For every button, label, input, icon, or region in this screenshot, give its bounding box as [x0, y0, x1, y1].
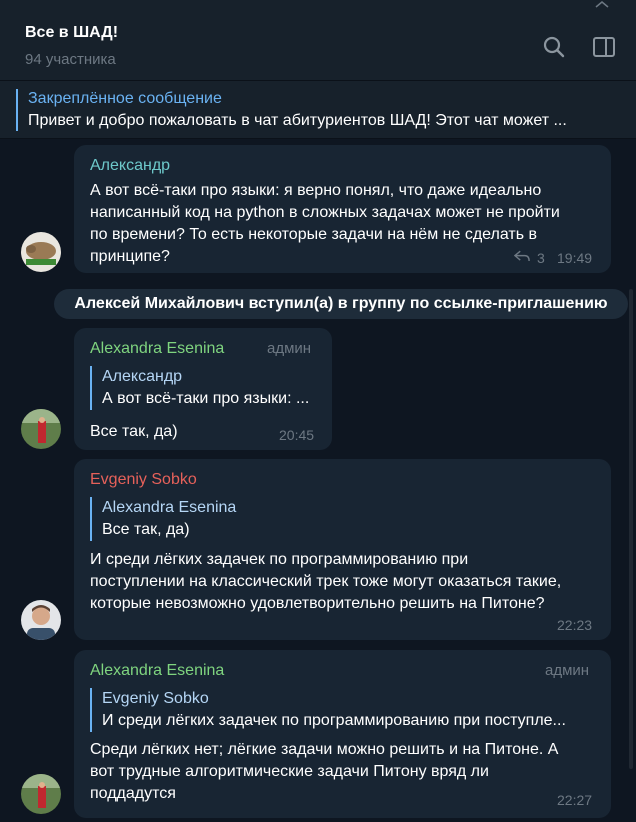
message-list[interactable]: Александр А вот всё-таки про языки: я ве… [0, 139, 636, 822]
search-icon[interactable] [541, 34, 567, 60]
message-time: 22:23 [557, 617, 593, 633]
service-message: Алексей Михайлович вступил(а) в группу п… [54, 289, 628, 319]
sender-name[interactable]: Александр [90, 157, 170, 175]
avatar-alexandra[interactable] [21, 409, 61, 449]
chevron-up-icon[interactable] [594, 0, 610, 8]
quote-author: Alexandra Esenina [102, 499, 237, 516]
message-text: И среди лёгких задачек по программирован… [90, 551, 562, 612]
message-time: 19:49 [557, 250, 593, 266]
quote-author: Evgeniy Sobko [102, 690, 209, 707]
message-bubble[interactable]: Alexandra Esenina админ Evgeniy Sobko И … [74, 650, 611, 818]
avatar-alexandra[interactable] [21, 774, 61, 814]
sender-name[interactable]: Evgeniy Sobko [90, 471, 197, 489]
chat-title[interactable]: Все в ШАД! [25, 24, 118, 42]
quote-author: Александр [102, 368, 183, 385]
member-count[interactable]: 94 участника [25, 51, 116, 68]
chat-header: Все в ШАД! 94 участника [0, 0, 636, 81]
pinned-accent-bar [16, 89, 18, 131]
message-text: Среди лёгких нет; лёгкие задачи можно ре… [90, 741, 559, 802]
avatar-evgeniy[interactable] [21, 600, 61, 640]
pinned-text: Привет и добро пожаловать в чат абитурие… [28, 112, 567, 129]
reply-count[interactable]: 3 [537, 250, 545, 266]
reply-quote[interactable]: Александр А вот всё-таки про языки: ... [90, 366, 318, 410]
pinned-label: Закреплённое сообщение [28, 90, 222, 107]
message-bubble[interactable]: Evgeniy Sobko Alexandra Esenina Все так,… [74, 459, 611, 640]
quote-text: И среди лёгких задачек по программирован… [102, 712, 566, 729]
message-bubble[interactable]: Alexandra Esenina админ Александр А вот … [74, 328, 332, 450]
pinned-message[interactable]: Закреплённое сообщение Привет и добро по… [0, 81, 636, 139]
message-bubble[interactable]: Александр А вот всё-таки про языки: я ве… [74, 145, 611, 273]
admin-badge: админ [267, 340, 312, 357]
quote-text: А вот всё-таки про языки: ... [102, 390, 310, 407]
admin-badge: админ [545, 662, 590, 679]
avatar-aleksandr[interactable] [21, 232, 61, 272]
reply-quote[interactable]: Alexandra Esenina Все так, да) [90, 497, 402, 541]
sender-name[interactable]: Alexandra Esenina [90, 340, 224, 358]
scrollbar[interactable] [629, 289, 633, 769]
message-time: 22:27 [557, 792, 593, 808]
sender-name[interactable]: Alexandra Esenina [90, 662, 224, 680]
reply-quote[interactable]: Evgeniy Sobko И среди лёгких задачек по … [90, 688, 597, 732]
quote-text: Все так, да) [102, 521, 190, 538]
message-time: 20:45 [279, 427, 315, 443]
message-text: Все так, да) [90, 423, 178, 440]
side-panel-icon[interactable] [591, 34, 617, 60]
reply-arrow-icon[interactable] [514, 250, 530, 263]
